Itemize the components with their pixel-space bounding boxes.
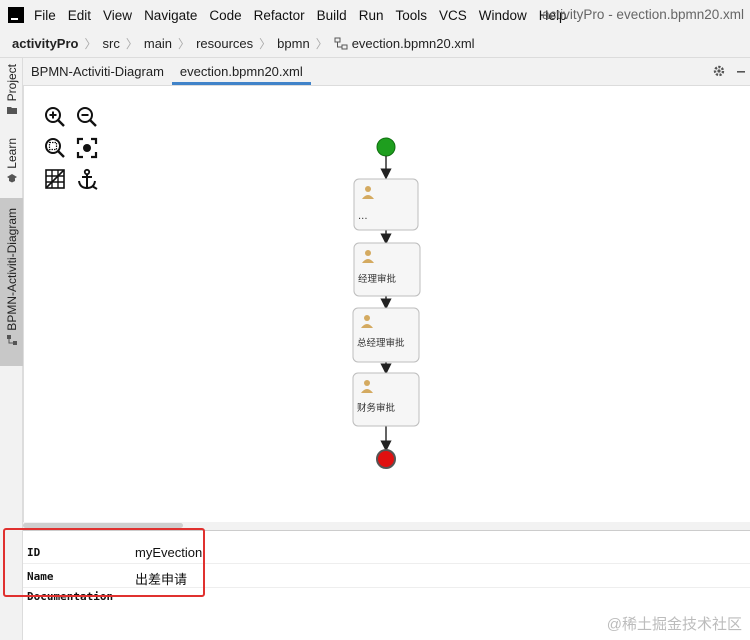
chevron-right-icon: 〉 — [125, 37, 138, 51]
menu-edit[interactable]: Edit — [68, 8, 91, 23]
start-event[interactable] — [376, 137, 396, 157]
menu-view[interactable]: View — [103, 8, 132, 23]
breadcrumb-src[interactable]: src — [103, 36, 120, 51]
menu-refactor[interactable]: Refactor — [254, 8, 305, 23]
task-label: 财务审批 — [357, 402, 396, 414]
tab-label: BPMN-Activiti-Diagram — [31, 64, 164, 79]
window-title: activityPro - evection.bpmn20.xml — [542, 7, 744, 22]
menu-run[interactable]: Run — [359, 8, 384, 23]
tab-evection-xml[interactable]: evection.bpmn20.xml — [171, 58, 311, 85]
project-tool-tab[interactable]: Project — [0, 64, 23, 115]
menu-file[interactable]: File — [34, 8, 56, 23]
menu-build[interactable]: Build — [317, 8, 347, 23]
task-label: ... — [358, 211, 368, 222]
task-label: 经理审批 — [358, 273, 397, 285]
user-task-3[interactable]: 总经理审批 — [352, 307, 420, 363]
bpmn-tab-label: BPMN-Activiti-Diagram — [4, 208, 19, 331]
chevron-right-icon: 〉 — [84, 37, 97, 51]
project-tab-label: Project — [4, 64, 19, 102]
watermark: @稀土掘金技术社区 — [606, 616, 742, 633]
task-label: 总经理审批 — [357, 337, 405, 349]
highlight-box — [3, 528, 205, 597]
breadcrumb-file[interactable]: evection.bpmn20.xml — [352, 36, 475, 51]
tab-label: evection.bpmn20.xml — [179, 64, 303, 79]
breadcrumb-project[interactable]: activityPro — [12, 36, 78, 51]
menu-window[interactable]: Window — [479, 8, 527, 23]
end-event[interactable] — [376, 449, 396, 469]
menu-navigate[interactable]: Navigate — [144, 8, 197, 23]
breadcrumb: activityPro 〉 src 〉 main 〉 resources 〉 b… — [0, 30, 750, 58]
editor-tab-bar: BPMN-Activiti-Diagram evection.bpmn20.xm… — [23, 58, 750, 86]
breadcrumb-main[interactable]: main — [144, 36, 172, 51]
bpmn-diagram-tool-tab[interactable]: BPMN-Activiti-Diagram — [0, 198, 23, 366]
bpmn-file-icon — [334, 37, 348, 51]
graduation-cap-icon — [6, 173, 17, 183]
diagram-icon — [6, 334, 17, 345]
menu-code[interactable]: Code — [209, 8, 241, 23]
menu-tools[interactable]: Tools — [395, 8, 427, 23]
chevron-right-icon: 〉 — [178, 37, 191, 51]
chevron-right-icon: 〉 — [315, 37, 328, 51]
gear-icon[interactable] — [712, 64, 726, 78]
user-task-4[interactable]: 财务审批 — [352, 372, 420, 427]
learn-tool-tab[interactable]: Learn — [0, 138, 23, 183]
breadcrumb-resources[interactable]: resources — [196, 36, 253, 51]
intellij-logo-icon — [8, 7, 24, 23]
chevron-right-icon: 〉 — [259, 37, 272, 51]
tab-bpmn-diagram[interactable]: BPMN-Activiti-Diagram — [23, 58, 172, 85]
bpmn-flow-diagram: ... 经理审批 总经理审批 财务审批 — [352, 137, 421, 469]
menu-bar: File Edit View Navigate Code Refactor Bu… — [0, 0, 750, 30]
folder-icon — [6, 107, 17, 115]
user-task-2[interactable]: 经理审批 — [353, 242, 421, 297]
menu-vcs[interactable]: VCS — [439, 8, 467, 23]
learn-tab-label: Learn — [4, 138, 19, 169]
user-task-1[interactable]: ... — [353, 178, 419, 231]
minimize-icon[interactable] — [736, 64, 746, 78]
breadcrumb-bpmn[interactable]: bpmn — [277, 36, 310, 51]
bpmn-canvas[interactable]: ... 经理审批 总经理审批 财务审批 — [23, 86, 750, 522]
